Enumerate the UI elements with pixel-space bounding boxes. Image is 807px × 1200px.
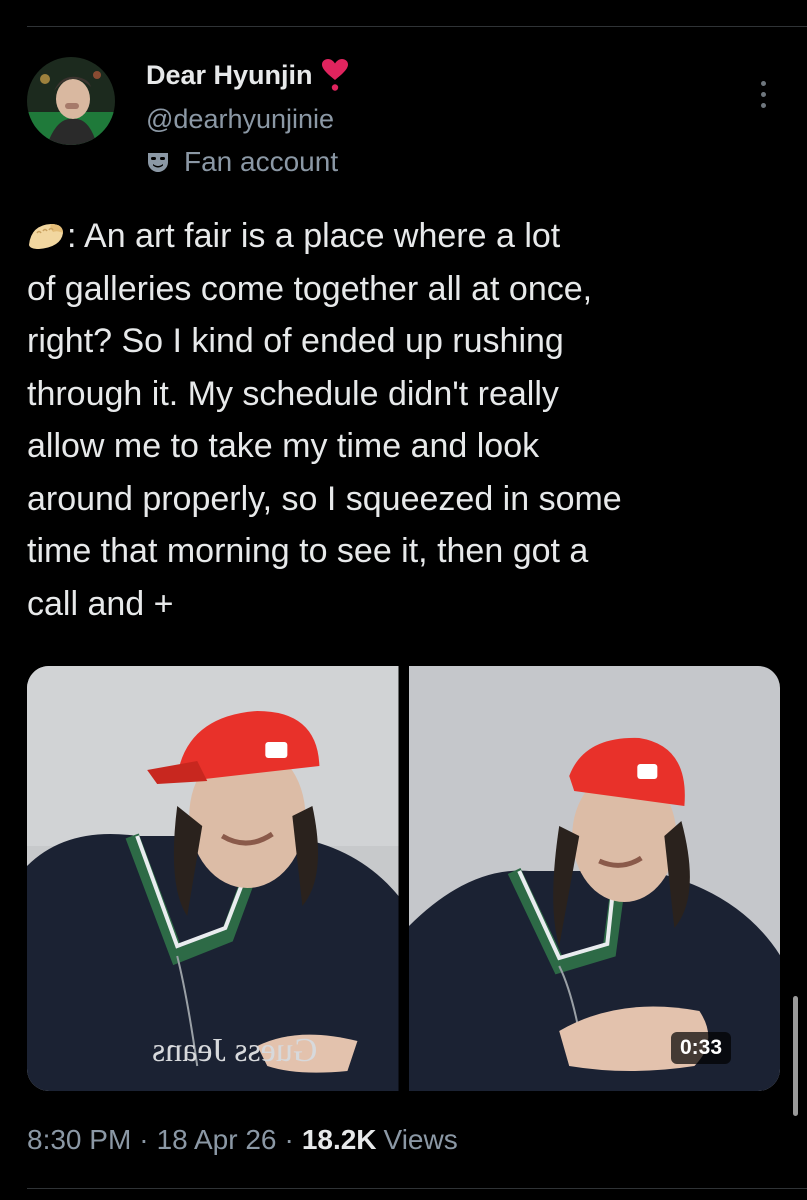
avatar-image: [27, 57, 115, 145]
meta-separator: ·: [284, 1124, 294, 1155]
tweet-time[interactable]: 8:30 PM: [27, 1124, 131, 1156]
account-label-text: Fan account: [184, 146, 339, 177]
dumpling-icon: [29, 224, 63, 249]
jacket-print-text: Guess Jeans: [152, 1032, 317, 1069]
tweet-text-line: right? So I kind of ended up rushing: [27, 322, 564, 360]
top-divider: [27, 26, 807, 27]
tweet-text-line: call and +: [27, 584, 174, 623]
photo-image: Guess Jeans: [27, 666, 399, 1091]
more-button[interactable]: [748, 74, 778, 114]
author-name[interactable]: Dear Hyunjin: [146, 60, 313, 91]
author-handle[interactable]: @dearhyunjinie: [146, 104, 334, 135]
bottom-divider: [27, 1188, 807, 1189]
video-thumbnail: [408, 666, 780, 1091]
mask-icon: [148, 153, 168, 172]
tweet-text-line: allow me to take my time and look: [27, 427, 540, 465]
media-photo-1[interactable]: Guess Jeans: [27, 666, 399, 1091]
tweet-text-line: : An art fair is a place where a lot: [27, 210, 787, 263]
more-vertical-icon: [760, 80, 766, 86]
video-duration-badge: 0:33: [670, 1032, 731, 1064]
tweet-meta: 8:30 PM · 18 Apr 26 · 18.2K Views: [27, 1124, 458, 1156]
meta-separator: ·: [139, 1124, 149, 1155]
views-count: 18.2K: [301, 1124, 377, 1155]
author-name-row: Dear Hyunjin: [146, 58, 349, 92]
tweet-text-line: of galleries come together all at once,: [27, 269, 593, 308]
views-label: Views: [383, 1124, 458, 1155]
media-video[interactable]: 0:33: [408, 666, 780, 1091]
heart-exclamation-icon: [321, 59, 348, 91]
avatar[interactable]: [27, 57, 115, 145]
tweet-text-line: through it. My schedule didn't really: [27, 374, 559, 413]
tweet-text-line: time that morning to see it, then got a: [27, 532, 589, 570]
scrollbar[interactable]: [793, 996, 798, 1116]
media-grid: Guess Jeans 0:33: [27, 666, 780, 1091]
tweet-date[interactable]: 18 Apr 26: [157, 1124, 277, 1156]
account-label: Fan account: [146, 146, 338, 178]
tweet-text-line: around properly, so I squeezed in some: [27, 479, 622, 518]
tweet-text: : An art fair is a place where a lot of …: [27, 210, 787, 630]
